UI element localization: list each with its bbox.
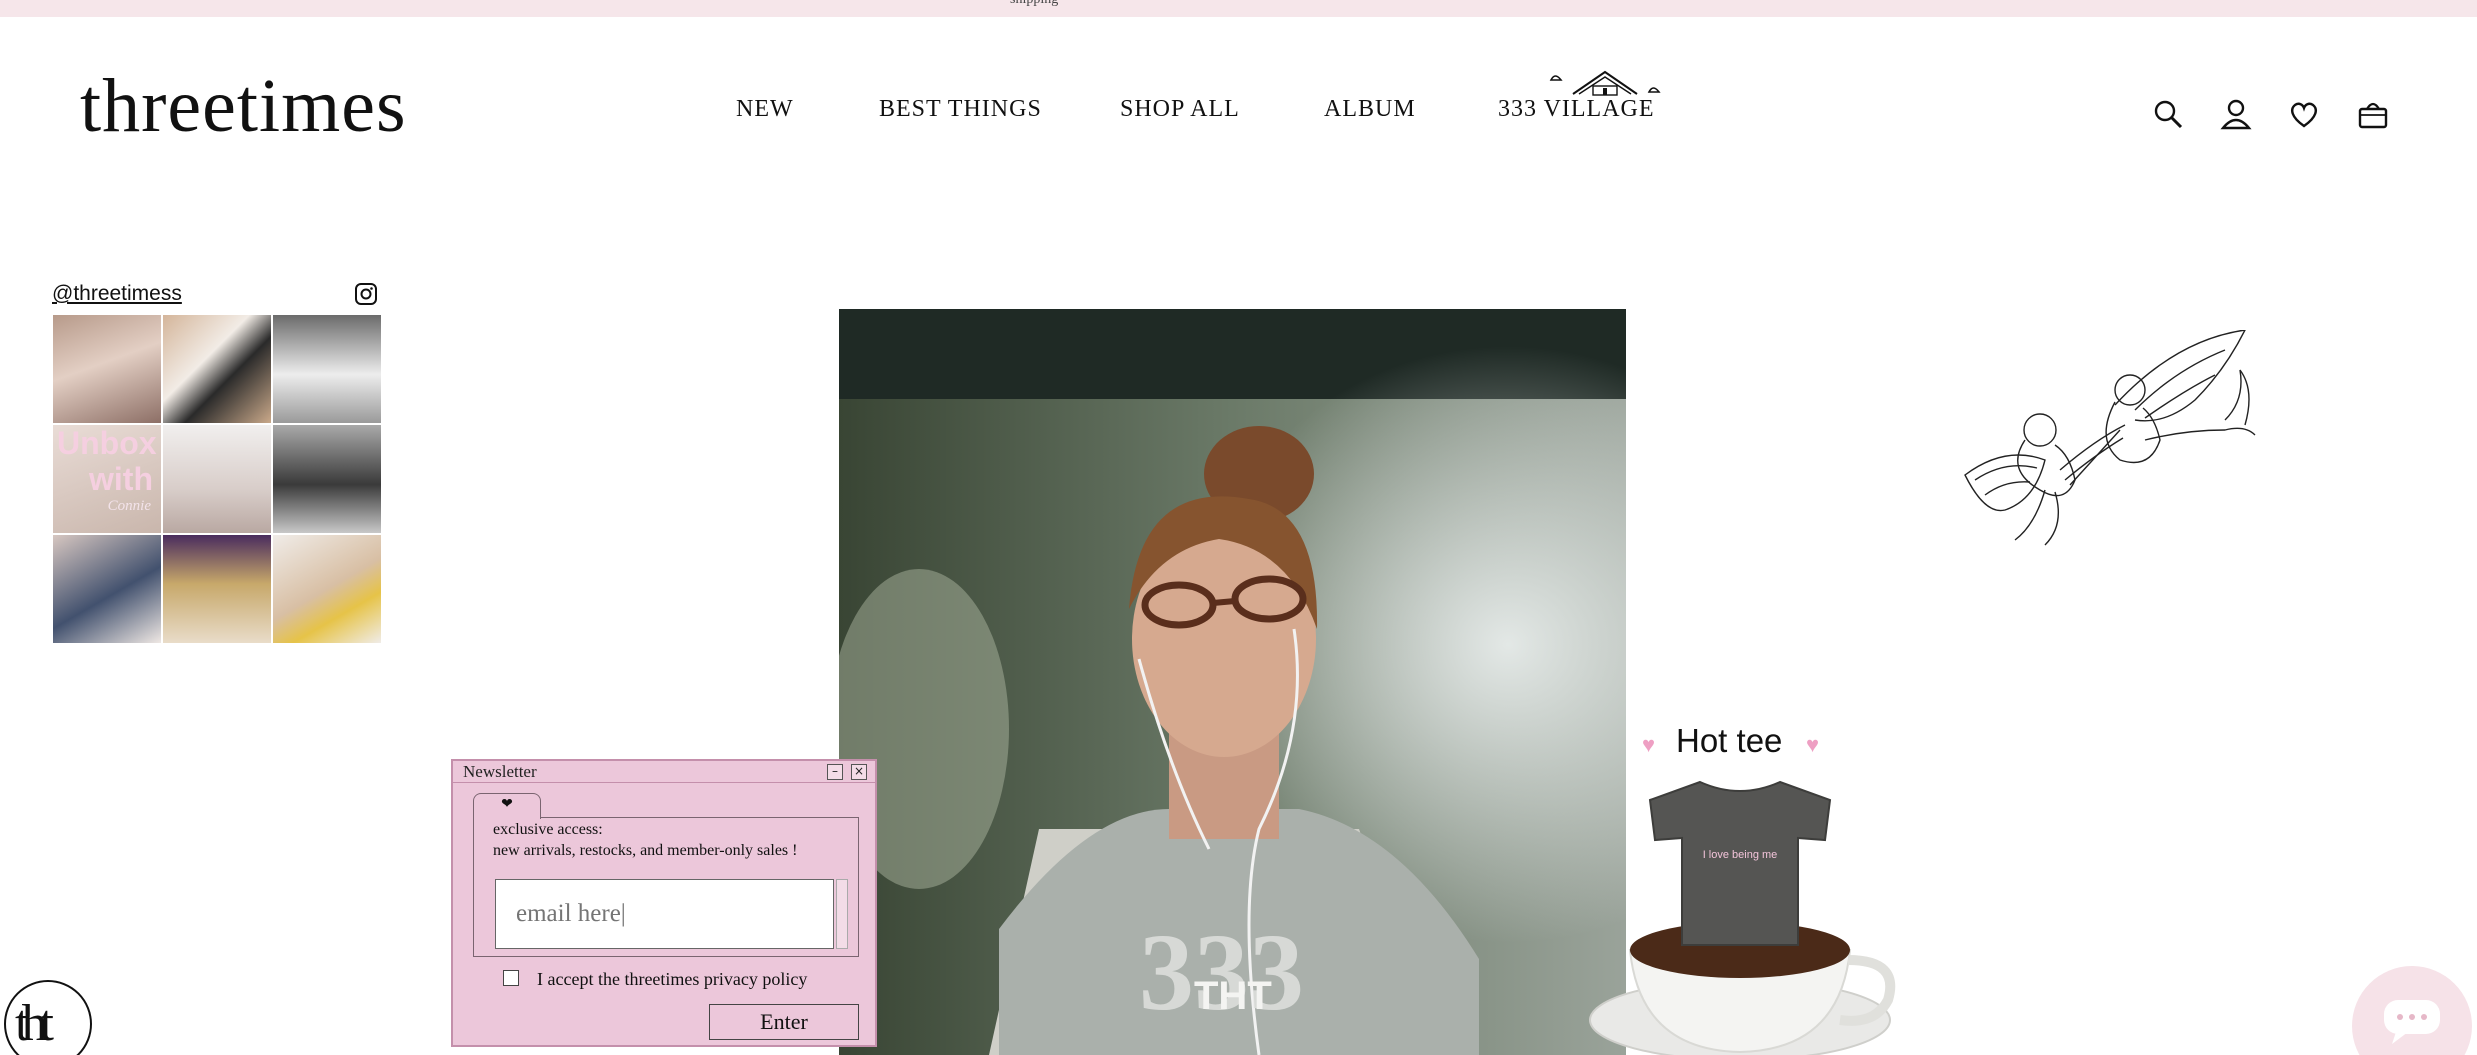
- nav-album[interactable]: ALBUM: [1324, 96, 1416, 128]
- post-overlay-signature: Connie: [107, 498, 151, 514]
- instagram-post[interactable]: [163, 315, 271, 423]
- hot-tee-heading: ♥ Hot tee ♥: [1636, 722, 1836, 766]
- nav-shop-all[interactable]: SHOP ALL: [1120, 96, 1240, 128]
- newsletter-line-2: new arrivals, restocks, and member-only …: [493, 842, 798, 859]
- instagram-post[interactable]: [273, 535, 381, 643]
- close-button[interactable]: ×: [851, 764, 867, 780]
- nav-new[interactable]: NEW: [736, 96, 794, 128]
- hot-tee-title: Hot tee: [1676, 722, 1783, 759]
- village-house-icon: [1549, 70, 1661, 96]
- email-scrollbar[interactable]: [836, 879, 848, 949]
- shirt-print-text: I love being me: [1703, 849, 1778, 861]
- instagram-post[interactable]: Unbox with Connie: [53, 425, 161, 533]
- newsletter-description: exclusive access: new arrivals, restocks…: [493, 819, 797, 861]
- tht-badge-text: tht: [15, 995, 54, 1052]
- heart-icon: ♥: [1642, 732, 1656, 757]
- newsletter-tab-heart-icon[interactable]: ❤: [473, 793, 541, 819]
- tht-badge[interactable]: tht: [4, 980, 92, 1055]
- account-icon[interactable]: [2219, 97, 2253, 131]
- instagram-handle[interactable]: @threetimess: [52, 282, 182, 306]
- newsletter-titlebar: Newsletter – ×: [453, 761, 875, 783]
- search-icon[interactable]: [2151, 97, 2185, 131]
- instagram-post[interactable]: [273, 425, 381, 533]
- announcement-bar: shipping: [0, 0, 2477, 17]
- heart-icon: ♥: [1806, 732, 1820, 757]
- privacy-accept-label: I accept the threetimes privacy policy: [537, 969, 808, 989]
- instagram-post[interactable]: [53, 315, 161, 423]
- chat-button[interactable]: [2352, 966, 2472, 1055]
- hot-tee-product-image[interactable]: I love being me: [1570, 770, 1900, 1055]
- cherub-illustration: [1964, 330, 2256, 546]
- instagram-icon[interactable]: [354, 282, 378, 306]
- enter-button[interactable]: Enter: [709, 1004, 859, 1040]
- post-overlay-text: Unbox with: [57, 425, 157, 497]
- minimize-button[interactable]: –: [827, 764, 843, 780]
- instagram-post[interactable]: [163, 425, 271, 533]
- newsletter-line-1: exclusive access:: [493, 821, 603, 838]
- newsletter-title: Newsletter: [463, 762, 537, 781]
- hero-image[interactable]: 333 THT: [839, 309, 1626, 1055]
- instagram-post[interactable]: [163, 535, 271, 643]
- wishlist-heart-icon[interactable]: [2287, 97, 2321, 131]
- cart-bag-icon[interactable]: [2356, 97, 2390, 131]
- brand-logo[interactable]: threetimes: [80, 68, 407, 144]
- newsletter-popup: Newsletter – × ❤ exclusive access: new a…: [451, 759, 877, 1047]
- privacy-checkbox[interactable]: [503, 970, 519, 986]
- email-input[interactable]: [495, 879, 834, 949]
- announcement-text: shipping: [1010, 0, 1058, 8]
- nav-best-things[interactable]: BEST THINGS: [879, 96, 1042, 128]
- svg-text:THT: THT: [1194, 974, 1272, 1018]
- chat-bubble-icon: [2384, 1000, 2440, 1044]
- instagram-post[interactable]: [273, 315, 381, 423]
- instagram-post[interactable]: [53, 535, 161, 643]
- instagram-grid: Unbox with Connie: [53, 315, 382, 645]
- hero-photo: 333 THT: [839, 309, 1626, 1055]
